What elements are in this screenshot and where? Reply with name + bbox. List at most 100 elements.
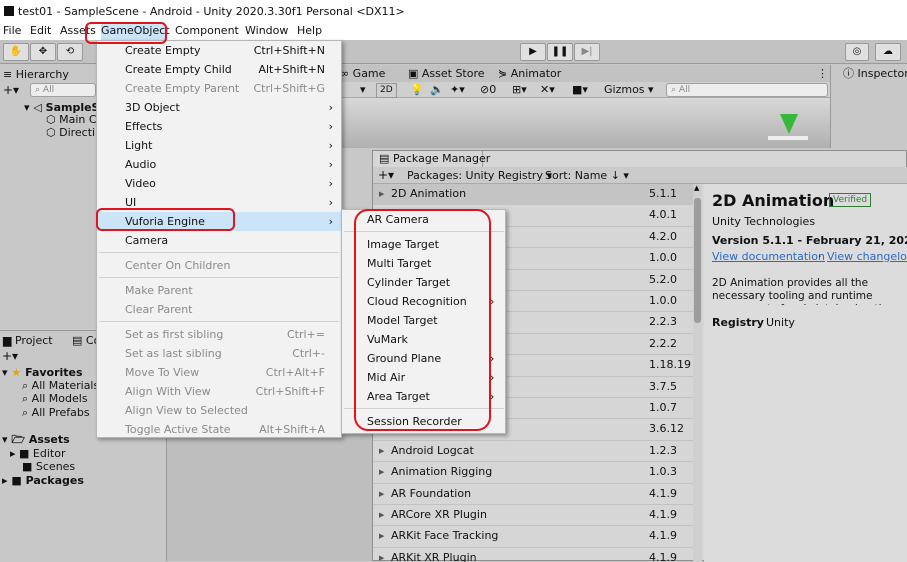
- tab-game[interactable]: ∞ Game: [340, 65, 385, 82]
- hierarchy-search-input[interactable]: ⌕ All: [30, 83, 96, 97]
- hand-tool-icon[interactable]: ✋: [3, 43, 29, 61]
- scene-view[interactable]: [340, 98, 907, 148]
- package-row[interactable]: ▶Android Logcat1.2.3: [373, 441, 693, 462]
- menu-separator: [344, 231, 504, 232]
- menu-item-shortcut: Ctrl+Shift+N: [254, 41, 325, 60]
- menu-window[interactable]: Window: [245, 22, 288, 40]
- vuforia-item-vumark[interactable]: VuMark: [342, 330, 505, 349]
- favorite-item[interactable]: ⌕ All Materials: [22, 379, 99, 392]
- menu-item-effects[interactable]: Effects›: [97, 117, 341, 136]
- collab-icon[interactable]: ◎: [845, 43, 869, 61]
- menu-component[interactable]: Component: [175, 22, 239, 40]
- view-changelog-link[interactable]: View changelog: [827, 250, 907, 263]
- vuforia-item-cloud-recognition[interactable]: Cloud Recognition›: [342, 292, 505, 311]
- scene-search-input[interactable]: ⌕ All: [666, 83, 828, 97]
- favorites-folder[interactable]: ▾ ★ Favorites: [2, 366, 83, 379]
- menu-separator: [344, 408, 504, 409]
- camera-settings-icon[interactable]: ■▾: [572, 83, 588, 96]
- menu-help[interactable]: Help: [297, 22, 322, 40]
- scene-gizmo-icon[interactable]: [780, 114, 798, 134]
- menu-item-label: Create Empty: [125, 41, 201, 60]
- step-button-icon[interactable]: ▶|: [574, 43, 600, 61]
- move-tool-icon[interactable]: ✥: [30, 43, 56, 61]
- menu-file[interactable]: File: [3, 22, 21, 40]
- tab-project[interactable]: ▆ Project: [3, 332, 53, 349]
- tab-project-label: Project: [15, 334, 53, 347]
- vuforia-item-cylinder-target[interactable]: Cylinder Target: [342, 273, 505, 292]
- vuforia-item-ground-plane[interactable]: Ground Plane›: [342, 349, 505, 368]
- assets-folder[interactable]: ▾ 🗁 Assets: [2, 433, 70, 446]
- menu-assets[interactable]: Assets: [60, 22, 96, 40]
- grid-icon[interactable]: ⊞▾: [512, 83, 527, 96]
- package-row[interactable]: ▶AR Foundation4.1.9: [373, 484, 693, 505]
- assets-label: Assets: [29, 433, 70, 446]
- menu-gameobject[interactable]: GameObject: [101, 22, 165, 40]
- vuforia-item-area-target[interactable]: Area Target›: [342, 387, 505, 406]
- menu-item-audio[interactable]: Audio›: [97, 155, 341, 174]
- packages-folder[interactable]: ▸ ■ Packages: [2, 474, 84, 487]
- vuforia-item-model-target[interactable]: Model Target: [342, 311, 505, 330]
- hierarchy-item-light[interactable]: ⬡ Directi: [46, 126, 95, 139]
- vuforia-item-ar-camera[interactable]: AR Camera: [342, 210, 505, 229]
- tab-hierarchy[interactable]: ≡ Hierarchy: [3, 66, 69, 83]
- favorite-label: All Prefabs: [32, 406, 90, 419]
- tab-animator[interactable]: ⋟ Animator: [498, 65, 561, 82]
- tab-inspector[interactable]: ⓘ Inspector: [843, 65, 907, 82]
- add-package-icon[interactable]: +▾: [378, 168, 394, 182]
- tab-menu-icon[interactable]: ⋮: [817, 65, 828, 82]
- gizmo-axis: [768, 136, 808, 140]
- tab-game-label: Game: [353, 67, 386, 80]
- tab-asset-store[interactable]: ▣ Asset Store: [408, 65, 485, 82]
- vuforia-item-mid-air[interactable]: Mid Air›: [342, 368, 505, 387]
- menu-item-create-empty[interactable]: Create Empty Ctrl+Shift+N: [97, 41, 341, 60]
- package-row[interactable]: ▶ARCore XR Plugin4.1.9: [373, 505, 693, 526]
- scene-tab-bar: ∞ Game ▣ Asset Store ⋟ Animator ⋮: [340, 65, 830, 82]
- packages-filter-dropdown[interactable]: Packages: Unity Registry ▾: [407, 169, 552, 182]
- add-asset-icon[interactable]: +▾: [2, 350, 18, 363]
- favorite-item[interactable]: ⌕ All Models: [22, 392, 88, 405]
- vuforia-item-session-recorder[interactable]: Session Recorder: [342, 412, 505, 431]
- menu-item-vuforia-engine[interactable]: Vuforia Engine›: [97, 212, 341, 231]
- rotate-tool-icon[interactable]: ⟲: [57, 43, 83, 61]
- play-button-icon[interactable]: ▶: [520, 43, 546, 61]
- add-icon[interactable]: +▾: [3, 84, 19, 97]
- menu-edit[interactable]: Edit: [30, 22, 51, 40]
- tools-icon[interactable]: ✕▾: [540, 83, 555, 96]
- gizmos-dropdown[interactable]: Gizmos ▾: [604, 83, 654, 96]
- menu-item-camera[interactable]: Camera: [97, 231, 341, 250]
- packages-label: Packages: [26, 474, 84, 487]
- hidden-layers-icon[interactable]: ⊘0: [480, 83, 496, 96]
- menu-item-create-empty-child[interactable]: Create Empty ChildAlt+Shift+N: [97, 60, 341, 79]
- cloud-icon[interactable]: ☁: [875, 43, 901, 61]
- audio-icon[interactable]: 🔈: [430, 83, 444, 96]
- hierarchy-item-camera[interactable]: ⬡ Main C: [46, 113, 97, 126]
- scroll-up-icon[interactable]: ▲: [694, 184, 699, 192]
- package-row[interactable]: ▶Animation Rigging1.0.3: [373, 462, 693, 483]
- menu-item-label: UI: [125, 193, 136, 212]
- menu-item-label: Audio: [125, 155, 156, 174]
- mode-2d-button[interactable]: 2D: [376, 83, 397, 98]
- submenu-arrow-icon: ›: [490, 292, 494, 311]
- shading-dropdown[interactable]: ▾: [360, 83, 366, 96]
- menu-item-video[interactable]: Video›: [97, 174, 341, 193]
- package-row[interactable]: ▶ARKit XR Plugin4.1.9: [373, 548, 693, 562]
- menu-item-3d-object[interactable]: 3D Object›: [97, 98, 341, 117]
- scrollbar-thumb[interactable]: [694, 198, 701, 323]
- view-documentation-link[interactable]: View documentation: [712, 250, 825, 263]
- sort-dropdown[interactable]: Sort: Name ↓ ▾: [545, 169, 629, 182]
- folder-scenes[interactable]: ■ Scenes: [22, 460, 75, 473]
- vuforia-item-multi-target[interactable]: Multi Target: [342, 254, 505, 273]
- lighting-icon[interactable]: 💡: [410, 83, 424, 96]
- effects-icon[interactable]: ✦▾: [450, 83, 465, 96]
- menu-item-light[interactable]: Light›: [97, 136, 341, 155]
- package-version: 1.0.0: [649, 291, 677, 311]
- package-list-scrollbar[interactable]: ▲: [693, 184, 702, 562]
- vuforia-item-image-target[interactable]: Image Target: [342, 235, 505, 254]
- package-row[interactable]: ▶2D Animation5.1.1: [373, 184, 693, 205]
- package-row[interactable]: ▶ARKit Face Tracking4.1.9: [373, 526, 693, 547]
- favorite-item[interactable]: ⌕ All Prefabs: [22, 406, 90, 419]
- package-manager-tab[interactable]: ▤ Package Manager: [373, 151, 483, 167]
- menu-item-ui[interactable]: UI›: [97, 193, 341, 212]
- folder-editor[interactable]: ▸ ■ Editor: [10, 447, 65, 460]
- pause-button-icon[interactable]: ❚❚: [547, 43, 573, 61]
